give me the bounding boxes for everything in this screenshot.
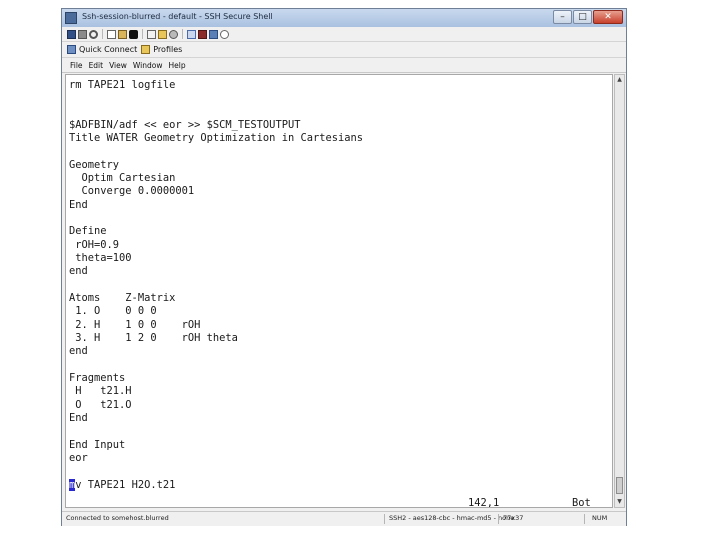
help-icon[interactable] — [187, 29, 196, 39]
print-icon[interactable] — [78, 29, 87, 39]
terminal-line: eor — [69, 452, 88, 464]
command-text: v TAPE21 H2O.t21 — [75, 479, 176, 491]
terminal-line: Geometry — [69, 159, 120, 171]
scroll-thumb[interactable] — [616, 477, 623, 494]
terminal-line: End — [69, 412, 88, 424]
minimize-button[interactable]: – — [553, 10, 572, 24]
vertical-scrollbar[interactable]: ▲ ▼ — [614, 74, 625, 508]
quick-connect-bar: Quick Connect Profiles — [62, 42, 626, 58]
terminal-size: 77x37 — [503, 514, 524, 522]
toolbar-separator — [142, 29, 143, 39]
status-bar: Connected to somehost.blurred SSH2 - aes… — [62, 511, 626, 526]
terminal-line: $ADFBIN/adf << eor >> $SCM_TESTOUTPUT — [69, 119, 301, 131]
terminal-line: Define — [69, 225, 107, 237]
terminal-line: Fragments — [69, 372, 126, 384]
paste-icon[interactable] — [118, 29, 127, 39]
terminal-line: end — [69, 345, 88, 357]
search-icon[interactable] — [89, 29, 98, 39]
terminal-line: 2. H 1 0 0 rOH — [69, 319, 201, 331]
terminal-line: 1. O 0 0 0 — [69, 305, 157, 317]
ssh-client-window: Ssh-session-blurred - default - SSH Secu… — [61, 8, 627, 526]
terminal-line: Title WATER Geometry Optimization in Car… — [69, 132, 364, 144]
status-divider — [584, 514, 585, 524]
toolbar-separator — [102, 29, 103, 39]
terminal-line: End Input — [69, 439, 126, 451]
scroll-state: Bot — [572, 497, 591, 508]
menu-edit[interactable]: Edit — [89, 61, 104, 70]
cursor-position: 142,1 — [468, 497, 500, 508]
status-divider — [498, 514, 499, 524]
tools-icon[interactable] — [209, 29, 218, 39]
app-icon — [65, 12, 77, 24]
info-icon[interactable] — [220, 29, 229, 39]
terminal-line: Atoms Z-Matrix — [69, 292, 176, 304]
terminal-command-line: mv TAPE21 H2O.t21 — [69, 479, 175, 492]
terminal-line: Optim Cartesian — [69, 172, 176, 184]
close-button[interactable]: ✕ — [593, 10, 623, 24]
profiles-button[interactable]: Profiles — [141, 45, 182, 54]
folder-icon — [141, 45, 151, 54]
status-divider — [384, 514, 385, 524]
menu-bar: File Edit View Window Help — [62, 58, 626, 73]
terminal-line: 3. H 1 2 0 rOH theta — [69, 332, 238, 344]
toolbar — [62, 27, 626, 42]
quick-connect-label: Quick Connect — [79, 45, 138, 54]
terminal-line: H t21.H — [69, 385, 132, 397]
terminal-line: End — [69, 199, 88, 211]
computer-icon — [67, 45, 76, 54]
menu-help[interactable]: Help — [168, 61, 185, 70]
encryption-info: SSH2 - aes128-cbc - hmac-md5 - none — [389, 514, 515, 522]
key-icon[interactable] — [198, 29, 207, 39]
toolbar-separator — [182, 29, 183, 39]
terminal-line: rOH=0.9 — [69, 239, 120, 251]
window-title: Ssh-session-blurred - default - SSH Secu… — [82, 12, 273, 21]
terminal-line: O t21.O — [69, 399, 132, 411]
copy-icon[interactable] — [107, 29, 116, 39]
terminal-line: Converge 0.0000001 — [69, 185, 195, 197]
menu-file[interactable]: File — [70, 61, 83, 70]
quick-connect-button[interactable]: Quick Connect — [67, 45, 137, 54]
save-icon[interactable] — [67, 29, 76, 39]
title-bar[interactable]: Ssh-session-blurred - default - SSH Secu… — [62, 9, 626, 27]
scroll-down-icon[interactable]: ▼ — [615, 497, 624, 507]
connection-status: Connected to somehost.blurred — [66, 514, 169, 522]
terminal-line: end — [69, 265, 88, 277]
profiles-label: Profiles — [153, 45, 183, 54]
menu-window[interactable]: Window — [133, 61, 163, 70]
scroll-up-icon[interactable]: ▲ — [615, 75, 624, 85]
terminal-line: theta=100 — [69, 252, 132, 264]
num-lock-indicator: NUM — [592, 514, 608, 522]
settings-icon[interactable] — [169, 29, 178, 39]
terminal-output[interactable]: rm TAPE21 logfile $ADFBIN/adf << eor >> … — [65, 74, 613, 508]
find-icon[interactable] — [129, 29, 138, 39]
terminal-line: rm TAPE21 logfile — [69, 79, 176, 91]
folder-icon[interactable] — [158, 29, 167, 39]
maximize-button[interactable]: □ — [573, 10, 592, 24]
menu-view[interactable]: View — [109, 61, 127, 70]
new-file-icon[interactable] — [147, 29, 156, 39]
